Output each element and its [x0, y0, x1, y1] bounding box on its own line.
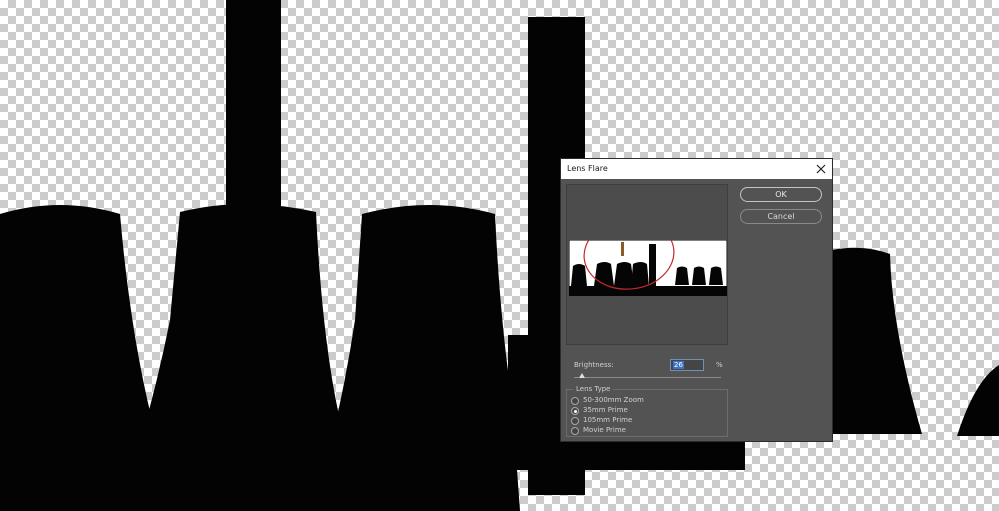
- dialog-title: Lens Flare: [567, 164, 608, 173]
- cooling-tower: [312, 205, 520, 511]
- radio-button[interactable]: [571, 417, 579, 425]
- lens-option-label: 105mm Prime: [583, 416, 633, 424]
- dialog-titlebar[interactable]: Lens Flare: [561, 159, 832, 179]
- flare-preview-panel[interactable]: [566, 184, 728, 345]
- chimney: [226, 0, 281, 230]
- cooling-tower: [0, 205, 152, 511]
- cooling-tower: [832, 247, 922, 434]
- brightness-slider-track[interactable]: [574, 377, 721, 378]
- cooling-tower: [957, 365, 999, 436]
- lens-option-label: Movie Prime: [583, 426, 626, 434]
- radio-button[interactable]: [571, 427, 579, 435]
- canvas-artwork: [0, 0, 999, 511]
- lens-flare-dialog: Lens Flare OK Cancel Brightness: 26 % Le…: [560, 158, 833, 442]
- lens-option-label: 35mm Prime: [583, 406, 628, 414]
- lens-option-label: 50-300mm Zoom: [583, 396, 644, 404]
- cancel-button[interactable]: Cancel: [740, 209, 822, 224]
- brightness-slider-thumb[interactable]: [579, 373, 586, 378]
- radio-button[interactable]: [571, 407, 579, 415]
- radio-button[interactable]: [571, 397, 579, 405]
- preview-thumbnail[interactable]: [569, 240, 727, 296]
- close-icon[interactable]: [813, 161, 829, 177]
- lens-type-label: Lens Type: [573, 385, 614, 393]
- brightness-label: Brightness:: [574, 361, 614, 369]
- ok-button[interactable]: OK: [740, 187, 822, 202]
- brightness-value: 26: [673, 361, 684, 369]
- brightness-input[interactable]: 26: [670, 359, 704, 371]
- cooling-tower: [118, 204, 360, 511]
- percent-label: %: [716, 361, 723, 369]
